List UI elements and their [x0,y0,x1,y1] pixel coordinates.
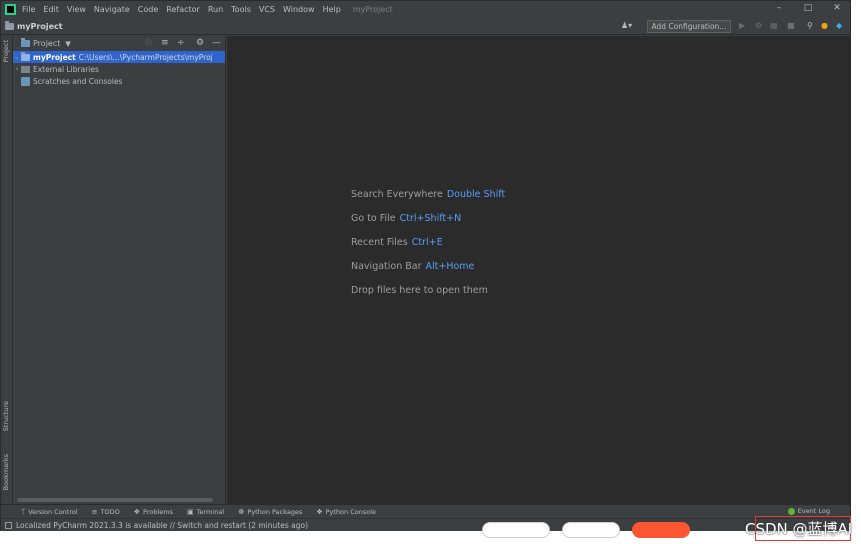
menu-edit[interactable]: Edit [43,5,59,14]
python-console-tab[interactable]: ❖ Python Console [316,508,376,516]
menu-navigate[interactable]: Navigate [94,5,130,14]
tree-item-label: Scratches and Consoles [33,76,123,86]
gear-icon[interactable]: ⚙ [196,38,204,48]
event-log-icon [787,507,795,515]
search-icon[interactable]: ⚲ [807,21,813,30]
horizontal-scrollbar[interactable] [17,498,213,502]
run-icon[interactable]: ▶ [739,21,745,30]
packages-icon: ☸ [238,507,245,516]
hint-recent-files: Recent Files Ctrl+E [351,237,443,248]
tree-item-project-root[interactable]: ⌄ myProject C:\Users\...\PycharmProjects… [13,51,225,63]
chevron-right-icon[interactable]: › [13,65,21,73]
menu-refactor[interactable]: Refactor [166,5,200,14]
menu-file[interactable]: File [22,5,35,14]
shortcut-key: Ctrl+E [411,237,443,248]
menu-code[interactable]: Code [138,5,158,14]
bottom-tool-bar: ᛉ Version Control ≡ TODO ❖ Problems ▣ Termin… [1,504,850,518]
terminal-tab[interactable]: ▣ Terminal [187,508,224,516]
pycharm-logo-icon [5,4,16,15]
project-panel-title[interactable]: Project [33,39,60,48]
locate-icon[interactable]: ◎ [145,38,153,48]
chevron-down-icon[interactable]: ⌄ [13,53,21,61]
tree-root-path: C:\Users\...\PycharmProjects\myProj [78,52,213,62]
menu-window[interactable]: Window [283,5,315,14]
breadcrumb-project[interactable]: myProject [17,22,63,31]
problems-tab[interactable]: ❖ Problems [134,508,173,516]
project-tool-tab[interactable]: Project [2,40,10,62]
hint-navigation-bar: Navigation Bar Alt+Home [351,261,475,272]
library-icon [21,65,30,73]
pycharm-window: File Edit View Navigate Code Refactor Ru… [0,0,851,531]
maximize-icon[interactable]: □ [801,3,815,13]
menu-bar: File Edit View Navigate Code Refactor Ru… [1,1,850,18]
python-icon: ❖ [316,507,323,516]
update-icon[interactable]: ● [821,21,828,30]
background-button [632,522,690,538]
breadcrumb[interactable]: myProject [5,20,63,31]
event-log-tab[interactable]: Event Log [787,507,830,515]
hint-drop-files: Drop files here to open them [351,285,488,296]
menu-tools[interactable]: Tools [231,5,251,14]
left-tool-strip: Project Structure Bookmarks [1,36,13,504]
status-bar: Localized PyCharm 2021.3.3 is available … [1,518,850,531]
hide-panel-icon[interactable]: — [212,38,221,48]
jetbrains-logo-icon[interactable]: ◆ [836,21,842,30]
collapse-all-icon[interactable]: ≡ [161,38,169,48]
hint-go-to-file: Go to File Ctrl+Shift+N [351,213,462,224]
background-button [482,522,550,538]
structure-tool-tab[interactable]: Structure [2,401,10,431]
navigation-bar: myProject ♟▾ Add Configuration... ▶ ⚙ ▦ … [1,18,850,35]
terminal-icon: ▣ [187,507,194,516]
status-message[interactable]: Localized PyCharm 2021.3.3 is available … [16,521,308,530]
python-packages-tab[interactable]: ☸ Python Packages [238,508,302,516]
menu-help[interactable]: Help [323,5,341,14]
tree-item-label: External Libraries [33,64,99,74]
coverage-icon[interactable]: ▦ [770,21,778,30]
scratches-icon [21,76,30,86]
menu-view[interactable]: View [67,5,86,14]
version-control-tab[interactable]: ᛉ Version Control [21,508,78,516]
hint-search-everywhere: Search Everywhere Double Shift [351,189,506,200]
user-icon[interactable]: ♟▾ [621,21,632,30]
expand-all-icon[interactable]: ÷ [177,38,185,48]
stop-icon[interactable]: ■ [787,21,795,30]
shortcut-key: Alt+Home [425,261,475,272]
toggle-tool-windows-icon[interactable] [5,521,12,529]
project-view-icon [21,38,30,47]
window-title: myProject [352,5,393,14]
tree-root-name: myProject [33,52,76,62]
folder-icon [21,51,30,61]
shortcut-key: Ctrl+Shift+N [399,213,462,224]
folder-icon [5,20,14,30]
warning-icon: ❖ [133,507,141,516]
menu-run[interactable]: Run [208,5,223,14]
tree-item-external-libraries[interactable]: › External Libraries [13,63,225,75]
editor-area[interactable]: Search Everywhere Double Shift Go to File… [227,36,851,504]
branch-icon: ᛉ [21,507,26,516]
shortcut-key: Double Shift [446,189,506,200]
todo-tab[interactable]: ≡ TODO [92,508,120,516]
close-icon[interactable]: ✕ [830,3,844,13]
menu-vcs[interactable]: VCS [259,5,275,14]
bookmarks-tool-tab[interactable]: Bookmarks [2,454,10,490]
background-page-edge [852,0,861,544]
project-panel: Project ▼ ◎ ≡ ÷ ⚙ — ⌄ myProject C:\Users… [13,36,226,504]
tree-item-scratches[interactable]: Scratches and Consoles [13,75,225,87]
project-panel-header: Project ▼ ◎ ≡ ÷ ⚙ — [13,36,225,51]
debug-icon[interactable]: ⚙ [755,21,762,30]
minimize-icon[interactable]: – [772,3,786,13]
background-button [562,522,620,538]
chevron-down-icon[interactable]: ▼ [65,40,70,48]
add-configuration-button[interactable]: Add Configuration... [647,20,731,33]
watermark: CSDN @蓝博AI [745,520,853,538]
list-icon: ≡ [91,507,98,516]
